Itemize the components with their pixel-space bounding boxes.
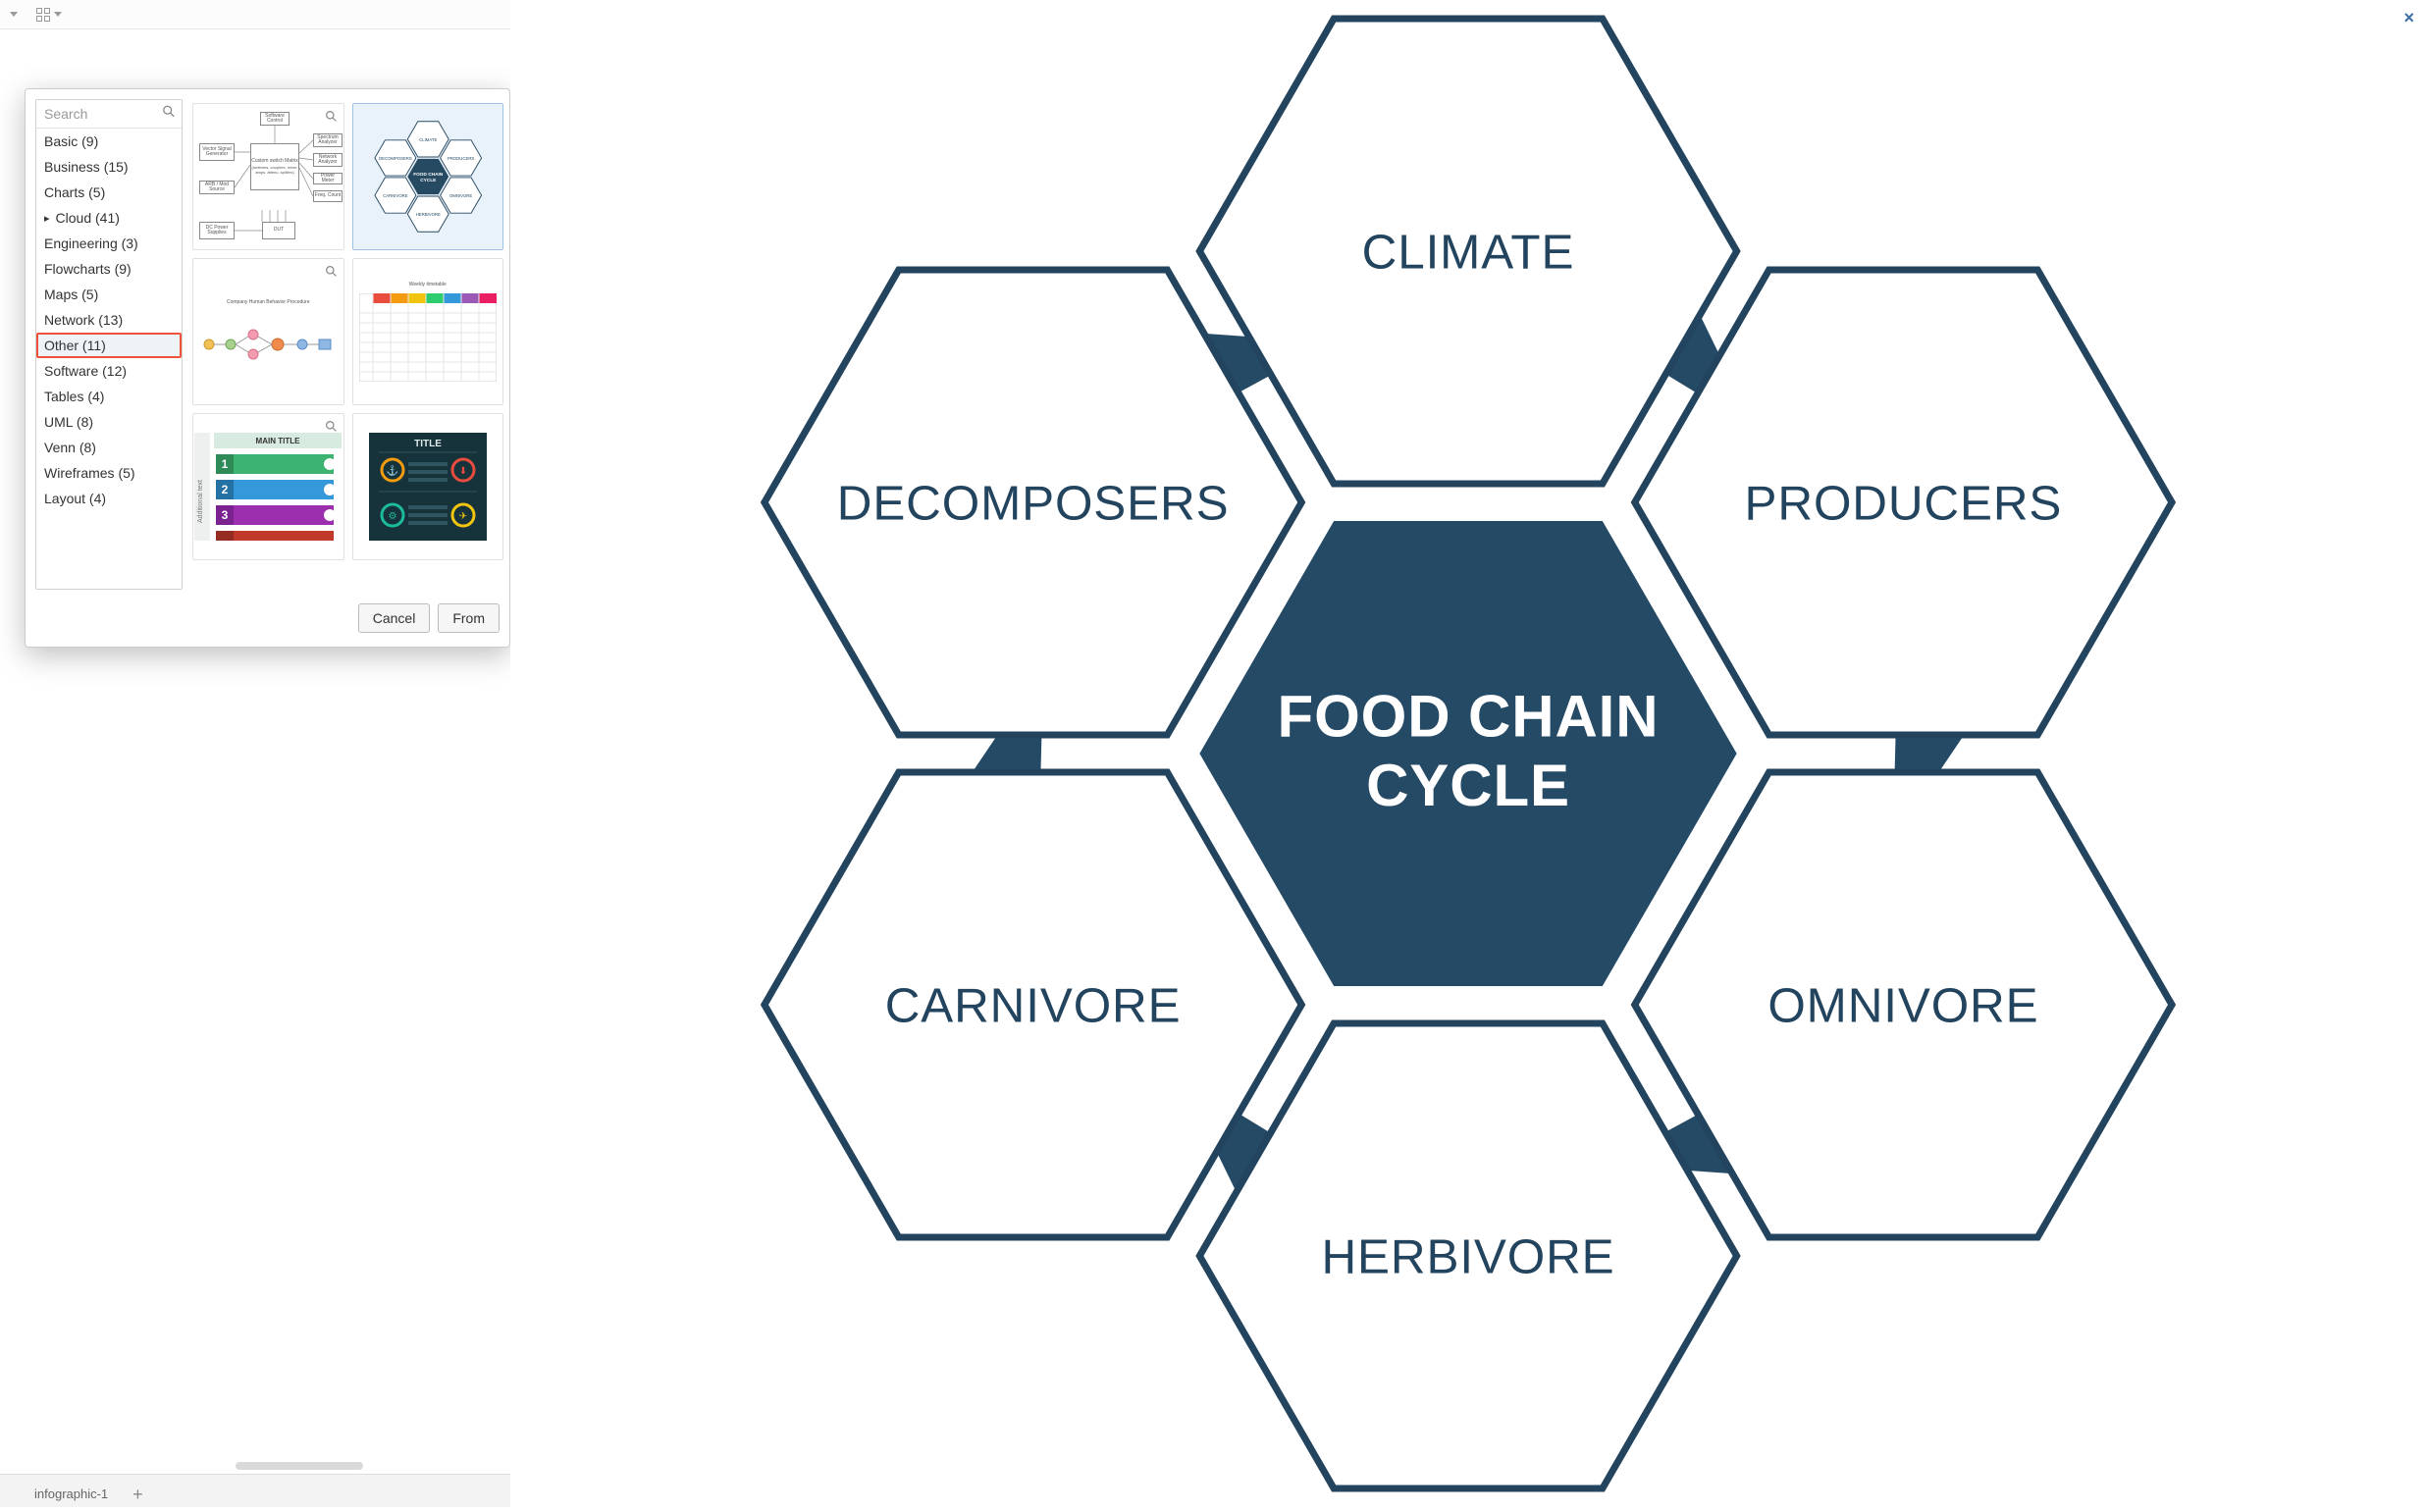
thumb-text: MAIN TITLE bbox=[256, 437, 301, 445]
svg-text:DECOMPOSERS: DECOMPOSERS bbox=[837, 477, 1230, 531]
svg-text:⚙: ⚙ bbox=[388, 511, 396, 522]
svg-text:⚓: ⚓ bbox=[387, 464, 398, 477]
svg-text:HERBIVORE: HERBIVORE bbox=[1321, 1230, 1614, 1284]
category-item[interactable]: Charts (5) bbox=[36, 180, 182, 205]
add-sheet-button[interactable]: + bbox=[125, 1482, 151, 1507]
thumb-text: PRODUCERS bbox=[447, 156, 473, 161]
thumb-text: CLIMATE bbox=[419, 137, 437, 142]
svg-text:⬇: ⬇ bbox=[459, 466, 467, 477]
template-preview-panel: × FOOD CHAINCYCLE CLIMATE PRODUCERS OMNIVOR… bbox=[510, 0, 2426, 1507]
app-toolbar bbox=[0, 0, 510, 29]
chevron-down-icon bbox=[10, 12, 18, 17]
svg-text:CARNIVORE: CARNIVORE bbox=[885, 979, 1182, 1033]
sheet-tab[interactable]: infographic-1 bbox=[18, 1480, 125, 1507]
magnify-icon[interactable] bbox=[325, 420, 338, 438]
thumb-text: CARNIVORE bbox=[383, 193, 408, 198]
template-category-sidebar: Basic (9)Business (15)Charts (5)Cloud (4… bbox=[35, 99, 183, 590]
category-item[interactable]: Business (15) bbox=[36, 154, 182, 180]
magnify-icon[interactable] bbox=[325, 265, 338, 283]
category-item[interactable]: Network (13) bbox=[36, 307, 182, 333]
svg-text:2: 2 bbox=[222, 483, 229, 496]
food-chain-cycle-diagram: FOOD CHAINCYCLE CLIMATE PRODUCERS OMNIVORE H… bbox=[510, 0, 2426, 1507]
category-item[interactable]: Cloud (41) bbox=[36, 205, 182, 231]
thumb-text: DECOMPOSERS bbox=[379, 156, 412, 161]
view-mode-button[interactable] bbox=[6, 10, 22, 19]
thumb-caption: Weekly timetable bbox=[409, 282, 447, 287]
category-item[interactable]: Software (12) bbox=[36, 358, 182, 384]
svg-text:CYCLE: CYCLE bbox=[1366, 753, 1570, 818]
template-grid: Vector Signal Generator ARB / Mod Source… bbox=[183, 99, 509, 590]
template-food-chain-cycle[interactable]: FOOD CHAIN CYCLE CLIMATE PRODUCERS OMNIV… bbox=[352, 103, 504, 250]
cancel-button[interactable]: Cancel bbox=[358, 603, 431, 633]
category-item[interactable]: Venn (8) bbox=[36, 435, 182, 460]
close-icon[interactable]: × bbox=[2403, 8, 2414, 28]
template-infographic-bars[interactable]: Additional text MAIN TITLE 1 2 3 bbox=[192, 413, 344, 560]
template-block-diagram[interactable]: Vector Signal Generator ARB / Mod Source… bbox=[192, 103, 344, 250]
svg-text:FOOD CHAIN: FOOD CHAIN bbox=[413, 172, 444, 178]
template-dark-infographic[interactable]: TITLE ⚓ ⚙ ⬇ ✈ bbox=[352, 413, 504, 560]
grid-icon bbox=[35, 7, 51, 23]
canvas-horizontal-scrollbar[interactable] bbox=[0, 1460, 510, 1472]
category-item[interactable]: Other (11) bbox=[36, 333, 182, 358]
svg-text:✈: ✈ bbox=[459, 511, 467, 522]
search-input[interactable] bbox=[36, 100, 182, 128]
svg-text:CLIMATE: CLIMATE bbox=[1362, 226, 1575, 280]
svg-text:1: 1 bbox=[222, 457, 229, 471]
category-item[interactable]: Maps (5) bbox=[36, 282, 182, 307]
svg-text:PRODUCERS: PRODUCERS bbox=[1745, 477, 2063, 531]
from-button[interactable]: From bbox=[438, 603, 500, 633]
grid-toggle-button[interactable] bbox=[31, 5, 66, 25]
sheet-tab-bar: infographic-1 + bbox=[0, 1474, 510, 1507]
category-item[interactable]: Engineering (3) bbox=[36, 231, 182, 256]
category-item[interactable]: Tables (4) bbox=[36, 384, 182, 409]
template-weekly-timetable[interactable]: Weekly timetable bbox=[352, 258, 504, 405]
thumb-caption: Company Human Behavior Procedure bbox=[227, 299, 310, 305]
category-item[interactable]: Layout (4) bbox=[36, 486, 182, 511]
search-icon bbox=[162, 105, 176, 124]
category-item[interactable]: Wireframes (5) bbox=[36, 460, 182, 486]
category-item[interactable]: Basic (9) bbox=[36, 129, 182, 154]
svg-text:OMNIVORE: OMNIVORE bbox=[1767, 979, 2038, 1033]
chevron-down-icon bbox=[54, 12, 62, 17]
thumb-text: TITLE bbox=[414, 439, 442, 449]
svg-text:3: 3 bbox=[222, 508, 229, 522]
thumb-text: OMNIVORE bbox=[448, 193, 471, 198]
svg-text:CYCLE: CYCLE bbox=[420, 178, 436, 183]
category-item[interactable]: Flowcharts (9) bbox=[36, 256, 182, 282]
template-dialog: Basic (9)Business (15)Charts (5)Cloud (4… bbox=[25, 88, 510, 648]
svg-text:FOOD CHAIN: FOOD CHAIN bbox=[1278, 683, 1660, 749]
thumb-text: HERBIVORE bbox=[415, 212, 440, 217]
category-item[interactable]: UML (8) bbox=[36, 409, 182, 435]
template-process-flow[interactable]: Company Human Behavior Procedure bbox=[192, 258, 344, 405]
thumb-text: Additional text bbox=[197, 480, 204, 523]
